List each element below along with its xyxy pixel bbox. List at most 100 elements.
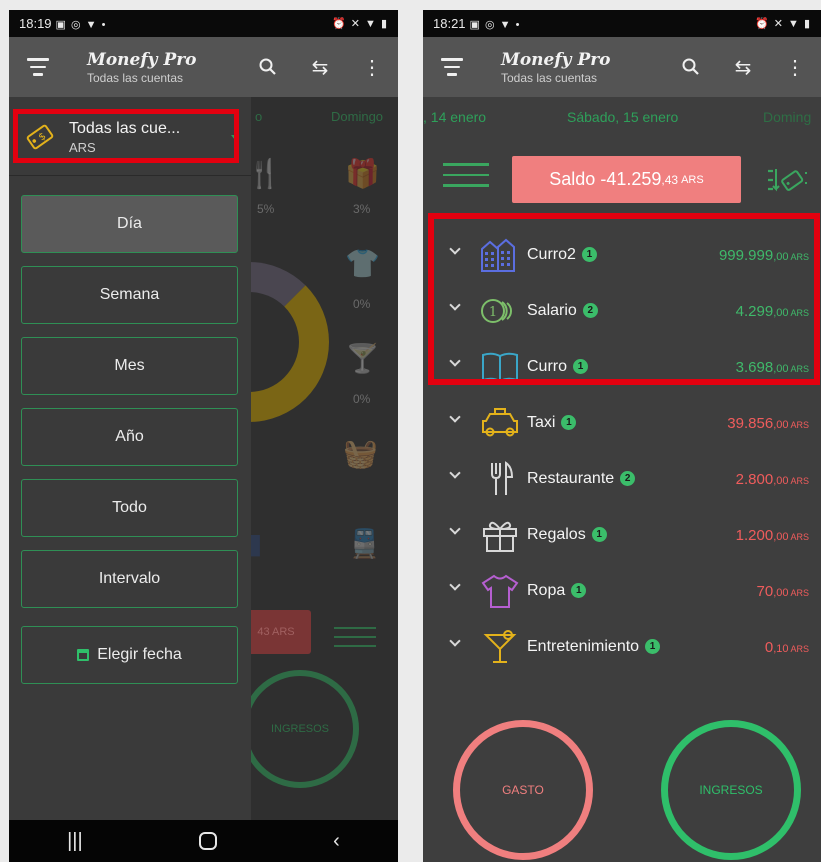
category-amount: 0,10 ARS bbox=[765, 639, 809, 656]
category-name: Entretenimiento 1 bbox=[527, 638, 661, 656]
date-navigator[interactable]: , 14 enero Sábado, 15 enero Doming bbox=[423, 97, 821, 137]
recent-apps-icon[interactable]: ||| bbox=[67, 830, 83, 853]
category-amount: 70,00 ARS bbox=[757, 583, 810, 600]
amount-int: 70 bbox=[756, 582, 774, 600]
count-badge: 1 bbox=[591, 527, 607, 542]
category-label: Restaurante bbox=[527, 470, 615, 487]
home-icon[interactable] bbox=[198, 832, 217, 850]
period-week-button[interactable]: Semana bbox=[21, 266, 238, 324]
notification-icons: ▣ ◎ ▼ • bbox=[55, 19, 107, 31]
amount-currency: ARS bbox=[790, 475, 809, 486]
category-amount: 39.856,00 ARS bbox=[727, 415, 809, 432]
category-amount: 2.800,00 ARS bbox=[736, 471, 809, 488]
dim-balance-button: 43 ARS bbox=[241, 610, 311, 654]
app-title: Monefy Pro bbox=[501, 49, 611, 70]
chevron-down-icon[interactable] bbox=[449, 579, 461, 591]
right-phone-screen: 18:21 ▣ ◎ ▼ • ⏰ ✕ ▼ ▮ Monefy Pro Todas la… bbox=[423, 10, 821, 862]
chevron-down-icon[interactable] bbox=[449, 523, 461, 535]
calendar-icon bbox=[77, 649, 90, 661]
category-name: Restaurante 2 bbox=[527, 470, 636, 488]
balance-dec: ,43 bbox=[661, 172, 679, 187]
amount-dec: ,10 bbox=[773, 642, 789, 655]
balance-int: -41.259 bbox=[600, 169, 662, 189]
search-icon[interactable] bbox=[665, 37, 717, 97]
amount-dec: ,00 bbox=[773, 474, 789, 487]
search-icon[interactable] bbox=[242, 37, 294, 97]
transfer-icon[interactable]: ⇆ bbox=[294, 37, 346, 97]
balance-button[interactable]: Saldo -41.259,43 ARS bbox=[512, 156, 741, 203]
title-block: Monefy Pro Todas las cuentas bbox=[67, 50, 242, 85]
choose-date-label: Elegir fecha bbox=[97, 646, 182, 663]
chevron-down-icon[interactable] bbox=[449, 467, 461, 479]
category-label: Ropa bbox=[527, 582, 566, 599]
date-next[interactable]: Doming bbox=[763, 109, 811, 125]
period-month-button[interactable]: Mes bbox=[21, 337, 238, 395]
dim-date-next: Domingo bbox=[331, 109, 384, 124]
app-title: Monefy Pro bbox=[87, 49, 197, 70]
dim-pct-4: 0% bbox=[353, 392, 371, 406]
income-button[interactable]: INGRESOS bbox=[661, 720, 801, 860]
date-current: Sábado, 15 enero bbox=[567, 109, 679, 125]
highlight-box-income bbox=[428, 213, 820, 385]
amount-currency: ARS bbox=[790, 643, 809, 654]
back-icon[interactable]: ‹ bbox=[333, 830, 340, 853]
amount-currency: ARS bbox=[790, 531, 809, 542]
period-interval-button[interactable]: Intervalo bbox=[21, 550, 238, 608]
category-row[interactable]: Regalos 1 1.200,00 ARS bbox=[423, 507, 821, 563]
amount-currency: ARS bbox=[790, 587, 809, 598]
amount-int: 39.856 bbox=[727, 414, 774, 432]
app-subtitle: Todas las cuentas bbox=[87, 70, 184, 85]
list-icon[interactable] bbox=[443, 163, 489, 195]
filter-menu-button[interactable] bbox=[9, 37, 67, 97]
count-badge: 1 bbox=[561, 415, 577, 430]
expense-button[interactable]: GASTO bbox=[453, 720, 593, 860]
filter-menu-button[interactable] bbox=[423, 37, 481, 97]
amount-dec: ,00 bbox=[773, 586, 789, 599]
sort-icon[interactable] bbox=[765, 163, 815, 197]
count-badge: 2 bbox=[620, 471, 636, 486]
highlight-box-account bbox=[13, 109, 239, 163]
dim-date-partial: o bbox=[255, 109, 263, 124]
amount-currency: ARS bbox=[790, 419, 809, 430]
dim-pct-1: 5% bbox=[257, 202, 275, 216]
count-badge: 1 bbox=[571, 583, 587, 598]
period-all-button[interactable]: Todo bbox=[21, 479, 238, 537]
summary-bar: Saldo -41.259,43 ARS bbox=[423, 151, 821, 207]
title-block: Monefy Pro Todas las cuentas bbox=[481, 50, 665, 85]
balance-label: Saldo bbox=[549, 169, 596, 189]
category-row[interactable]: Taxi 1 39.856,00 ARS bbox=[423, 395, 821, 451]
chevron-down-icon[interactable] bbox=[449, 411, 461, 423]
notification-icons: ▣ ◎ ▼ • bbox=[469, 19, 521, 31]
count-badge: 1 bbox=[645, 639, 661, 654]
app-bar: Monefy Pro Todas las cuentas ⇆ ⋮ bbox=[9, 37, 398, 97]
amount-dec: ,00 bbox=[773, 418, 789, 431]
category-label: Regalos bbox=[527, 526, 586, 543]
category-name: Taxi 1 bbox=[527, 414, 577, 432]
transfer-icon[interactable]: ⇆ bbox=[717, 37, 769, 97]
category-row[interactable]: Entretenimiento 1 0,10 ARS bbox=[423, 619, 821, 675]
category-label: Entretenimiento bbox=[527, 638, 640, 655]
status-bar: 18:19 ▣ ◎ ▼ • ⏰ ✕ ▼ ▮ bbox=[9, 10, 398, 37]
app-subtitle: Todas las cuentas bbox=[501, 70, 598, 85]
system-icons: ⏰ ✕ ▼ ▮ bbox=[754, 18, 811, 30]
amount-int: 2.800 bbox=[735, 470, 774, 488]
period-year-button[interactable]: Año bbox=[21, 408, 238, 466]
cutlery-icon: 🍴 bbox=[247, 158, 282, 189]
date-prev[interactable]: , 14 enero bbox=[423, 109, 486, 125]
category-row[interactable]: Ropa 1 70,00 ARS bbox=[423, 563, 821, 619]
more-vert-icon[interactable]: ⋮ bbox=[346, 37, 398, 97]
status-time: 18:21 bbox=[433, 16, 466, 31]
category-row[interactable]: Restaurante 2 2.800,00 ARS bbox=[423, 451, 821, 507]
chevron-down-icon[interactable] bbox=[449, 635, 461, 647]
choose-date-button[interactable]: Elegir fecha bbox=[21, 626, 238, 684]
system-nav-bar: ||| ‹ bbox=[9, 820, 398, 862]
shirt-icon bbox=[479, 571, 521, 611]
system-icons: ⏰ ✕ ▼ ▮ bbox=[331, 18, 388, 30]
more-vert-icon[interactable]: ⋮ bbox=[769, 37, 821, 97]
period-drawer: $ Todas las cue... ARS Día Semana Mes Añ… bbox=[9, 97, 251, 820]
cocktail-icon bbox=[479, 627, 521, 667]
dim-pct-3: 0% bbox=[353, 297, 371, 311]
shirt-icon: 👕 bbox=[345, 248, 380, 279]
amount-int: 1.200 bbox=[735, 526, 774, 544]
period-day-button[interactable]: Día bbox=[21, 195, 238, 253]
